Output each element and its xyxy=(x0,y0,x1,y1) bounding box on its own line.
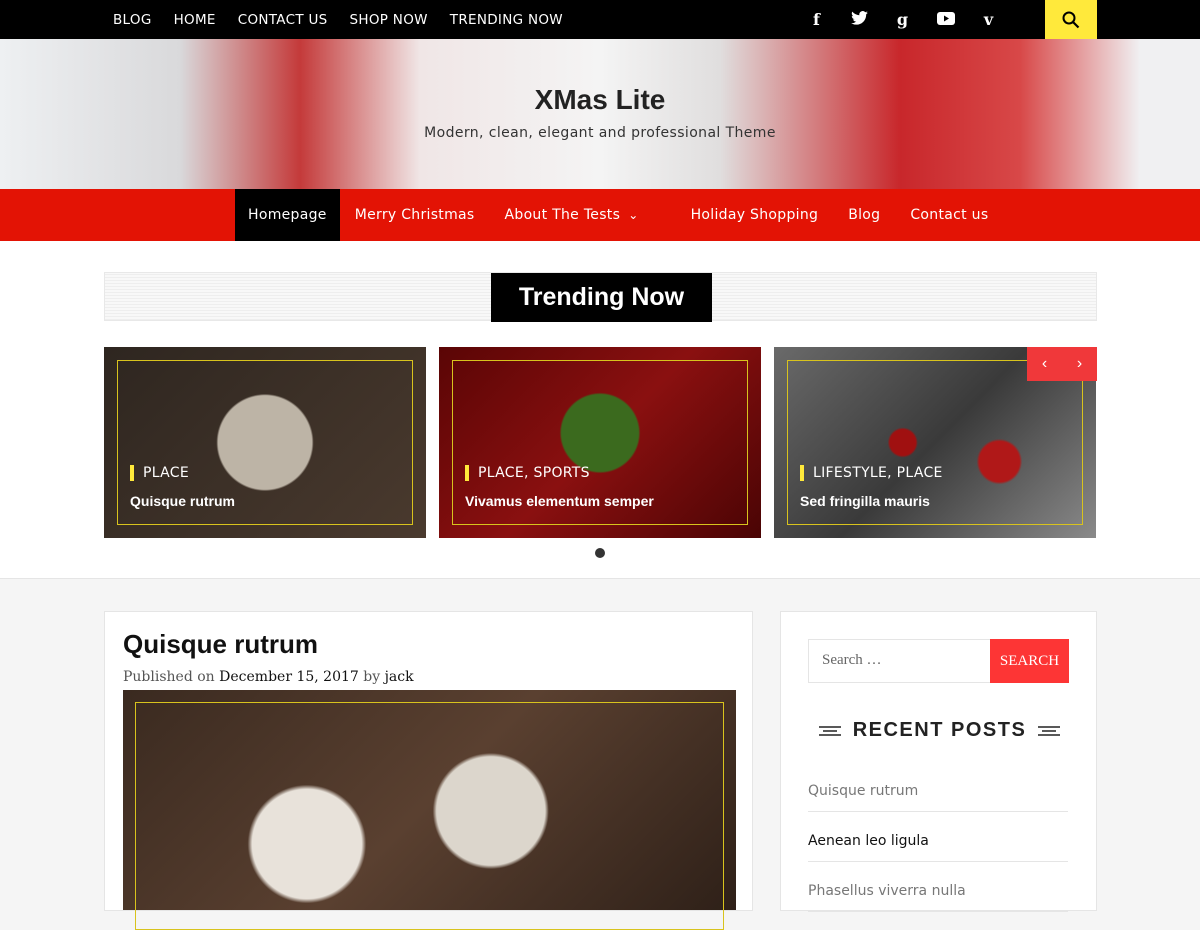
card-title[interactable]: Vivamus elementum semper xyxy=(465,493,654,509)
trending-header: Trending Now xyxy=(104,272,1097,322)
lines-icon xyxy=(1038,725,1061,736)
post-title[interactable]: Quisque rutrum xyxy=(123,629,318,660)
top-link-contact[interactable]: CONTACT US xyxy=(238,12,328,28)
recent-post-link[interactable]: Quisque rutrum xyxy=(808,783,1068,812)
top-nav: BLOG HOME CONTACT US SHOP NOW TRENDING N… xyxy=(113,0,563,39)
vimeo-icon[interactable]: v xyxy=(967,10,1010,29)
top-link-shop[interactable]: SHOP NOW xyxy=(350,12,428,28)
post-meta: Published on December 15, 2017 by jack xyxy=(123,669,414,685)
site-title[interactable]: XMas Lite xyxy=(0,84,1200,116)
top-link-home[interactable]: HOME xyxy=(174,12,216,28)
chevron-down-icon: ⌄ xyxy=(628,208,639,222)
card-title[interactable]: Sed fringilla mauris xyxy=(800,493,930,509)
card-category[interactable]: PLACE xyxy=(130,465,189,481)
trending-card[interactable]: PLACE Quisque rutrum xyxy=(104,347,426,538)
nav-item-merry-christmas[interactable]: Merry Christmas xyxy=(340,189,490,241)
card-title[interactable]: Quisque rutrum xyxy=(130,493,235,509)
search-input[interactable]: Search … xyxy=(808,639,991,683)
top-bar: BLOG HOME CONTACT US SHOP NOW TRENDING N… xyxy=(0,0,1200,39)
lines-icon xyxy=(818,725,841,736)
google-plus-icon[interactable]: g xyxy=(881,10,924,29)
youtube-icon[interactable] xyxy=(924,10,967,29)
slider-next-button[interactable]: › xyxy=(1062,347,1097,381)
trending-section: Trending Now PLACE Quisque rutrum PLACE,… xyxy=(0,241,1200,579)
nav-item-blog[interactable]: Blog xyxy=(833,189,895,241)
published-label: Published on xyxy=(123,669,215,685)
post-date[interactable]: December 15, 2017 xyxy=(219,669,359,685)
search-button[interactable]: SEARCH xyxy=(990,639,1069,683)
recent-posts-heading: RECENT POSTS xyxy=(781,719,1098,742)
recent-posts-title: RECENT POSTS xyxy=(852,719,1027,741)
by-label: by xyxy=(363,669,381,685)
main-nav: Homepage Merry Christmas About The Tests… xyxy=(0,189,1200,241)
search-icon xyxy=(1062,11,1080,28)
site-header-banner: XMas Lite Modern, clean, elegant and pro… xyxy=(0,39,1200,189)
nav-label: About The Tests xyxy=(504,207,621,223)
slider-dot[interactable] xyxy=(595,548,605,558)
social-links: f g v xyxy=(795,0,1010,39)
top-link-blog[interactable]: BLOG xyxy=(113,12,152,28)
top-link-trending[interactable]: TRENDING NOW xyxy=(450,12,563,28)
recent-post-link[interactable]: Phasellus viverra nulla xyxy=(808,883,1068,912)
nav-item-holiday-shopping[interactable]: Holiday Shopping xyxy=(676,189,834,241)
slider-arrows: ‹ › xyxy=(1027,347,1097,381)
recent-post-link[interactable]: Aenean leo ligula xyxy=(808,833,1068,862)
twitter-icon[interactable] xyxy=(838,10,881,29)
trending-card[interactable]: PLACE, SPORTS Vivamus elementum semper xyxy=(439,347,761,538)
top-search-button[interactable] xyxy=(1045,0,1097,39)
card-category[interactable]: PLACE, SPORTS xyxy=(465,465,590,481)
post-author[interactable]: jack xyxy=(385,669,414,685)
trending-title: Trending Now xyxy=(491,273,712,322)
card-category[interactable]: LIFESTYLE, PLACE xyxy=(800,465,943,481)
nav-item-contact-us[interactable]: Contact us xyxy=(895,189,1003,241)
facebook-icon[interactable]: f xyxy=(795,10,838,29)
nav-item-homepage[interactable]: Homepage xyxy=(235,189,340,241)
nav-item-about-the-tests[interactable]: About The Tests ⌄ xyxy=(490,189,676,241)
site-description: Modern, clean, elegant and professional … xyxy=(424,125,776,141)
post-featured-image[interactable] xyxy=(123,690,736,930)
post-article: Quisque rutrum Published on December 15,… xyxy=(104,611,753,930)
sidebar: Search … SEARCH RECENT POSTS Quisque rut… xyxy=(780,611,1098,912)
slider-prev-button[interactable]: ‹ xyxy=(1027,347,1062,381)
